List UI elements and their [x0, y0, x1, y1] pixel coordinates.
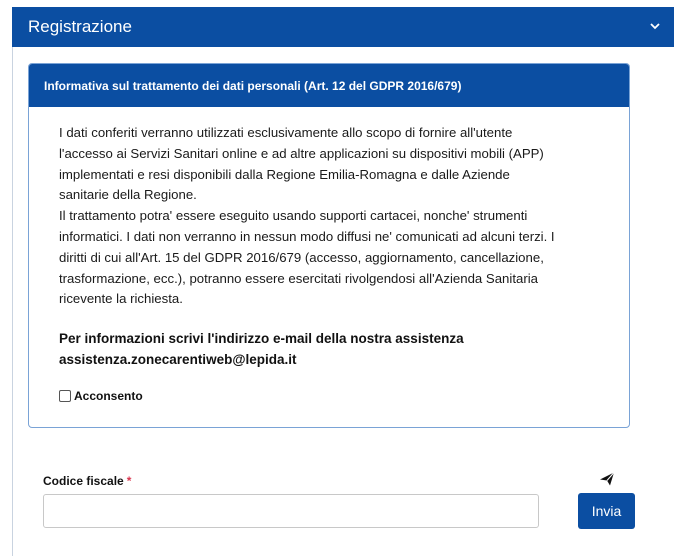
support-email: assistenza.zonecarentiweb@lepida.it: [59, 352, 297, 368]
privacy-text-line: trasformazione, ecc.), potranno essere e…: [59, 270, 538, 286]
privacy-text-line: implementati e resi disponibili dalla Re…: [59, 166, 510, 182]
panel-title: Registrazione: [28, 17, 132, 36]
privacy-text-line: informatici. I dati non verranno in ness…: [59, 228, 555, 244]
consent-checkbox[interactable]: [59, 390, 71, 403]
privacy-text-line: sanitarie della Regione.: [59, 187, 197, 203]
required-marker: *: [126, 474, 132, 488]
consent-row[interactable]: Acconsento: [59, 389, 599, 403]
submit-button-label[interactable]: Invia: [592, 503, 622, 519]
chevron-down-icon[interactable]: [648, 19, 662, 33]
registration-panel-header[interactable]: Registrazione: [12, 7, 674, 47]
panel-frame: [12, 47, 13, 556]
privacy-title: Informativa sul trattamento dei dati per…: [44, 78, 462, 93]
privacy-text-line: diritti di cui all'Art. 15 del GDPR 2016…: [59, 249, 544, 265]
privacy-card-header: Informativa sul trattamento dei dati per…: [29, 64, 629, 107]
fiscal-code-input[interactable]: [43, 494, 539, 528]
privacy-text-line: l'accesso ai Servizi Sanitari online e a…: [59, 145, 544, 161]
paper-plane-icon: [600, 472, 615, 486]
privacy-text-line: I dati conferiti verranno utilizzati esc…: [59, 125, 513, 140]
privacy-card-body: I dati conferiti verranno utilizzati esc…: [29, 107, 629, 403]
consent-label[interactable]: Acconsento: [74, 389, 143, 403]
submit-button[interactable]: Invia: [578, 493, 635, 529]
privacy-text-line: ricevente la richiesta.: [59, 291, 183, 307]
support-info-text: Per informazioni scrivi l'indirizzo e-ma…: [59, 331, 464, 347]
fiscal-code-label-text: Codice fiscale: [43, 474, 124, 488]
privacy-text: I dati conferiti verranno utilizzati esc…: [59, 123, 599, 310]
fiscal-code-label: Codice fiscale *: [43, 474, 131, 488]
privacy-text-line: Il trattamento potra' essere eseguito us…: [59, 208, 528, 224]
support-info: Per informazioni scrivi l'indirizzo e-ma…: [59, 328, 599, 370]
privacy-card: Informativa sul trattamento dei dati per…: [28, 63, 630, 428]
